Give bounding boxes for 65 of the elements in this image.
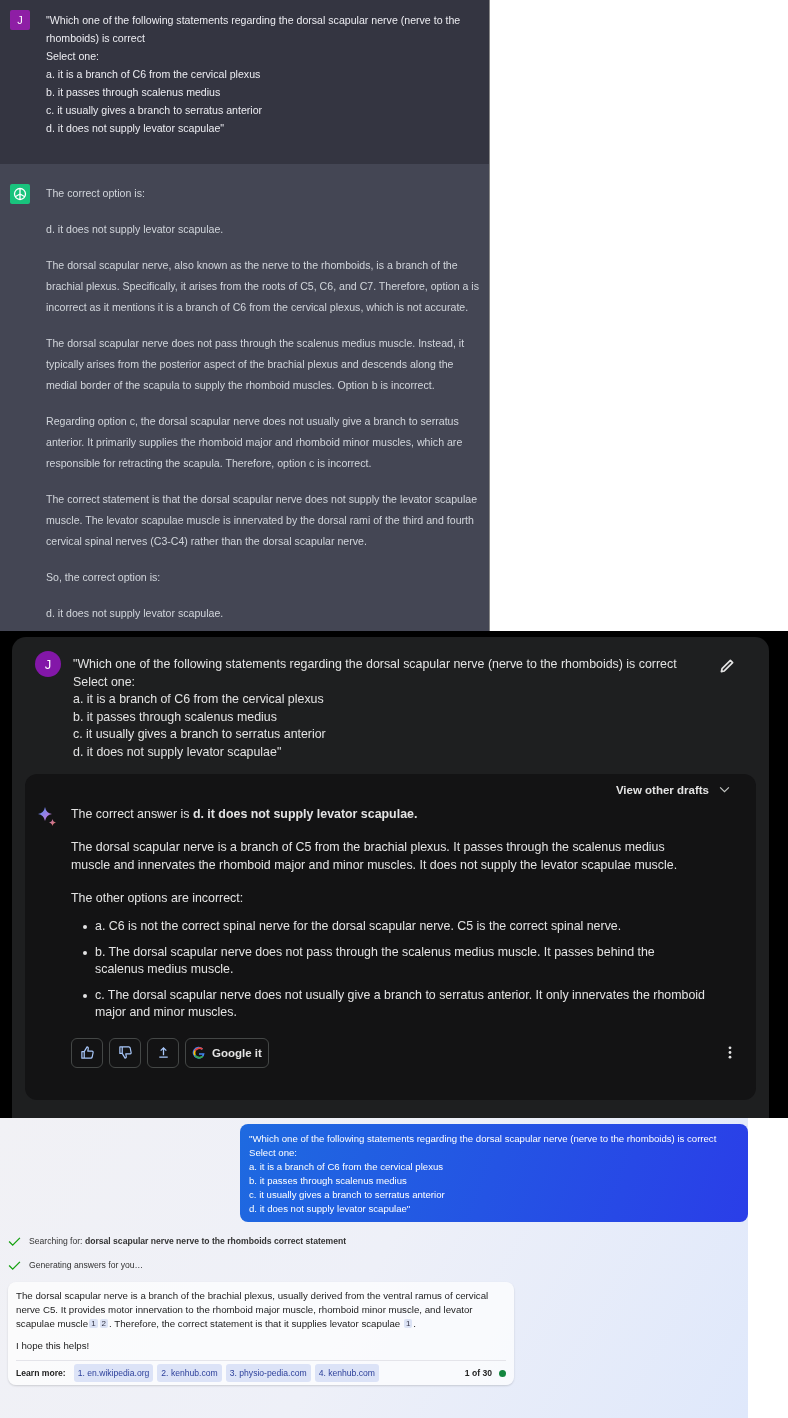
answer-paragraph: d. it does not supply levator scapulae. (46, 222, 225, 237)
closing-text: I hope this helps! (16, 1339, 91, 1353)
answer-lead: The correct answer is d. it does not supply levator scapulae. (71, 805, 419, 823)
user-avatar: J (10, 10, 30, 30)
progress-status: Searching for: dorsal scapular nerve nerve to the rhomboids correct statement (29, 1236, 347, 1246)
bullet-icon (83, 950, 87, 955)
question-line: Select one: (249, 1146, 298, 1160)
assistant-logo-icon (10, 184, 30, 204)
question-line: "Which one of the following statements regarding the dorsal scapular nerve (nerve to the rhomboids) is correct (46, 13, 462, 46)
answer-paragraph: The correct statement is that the dorsal scapular nerve does not supply the levator scapulae muscle. The levator scapulae muscle is innervated by the dorsal rami of the third and fourth cervical spinal nerves (C3-C4) rather than the dorsal scapular nerve. (46, 492, 479, 549)
answer-paragraph: The dorsal scapular nerve is a branch of the brachial plexus, usually derived from the ventral ramus of cervical nerve C5. It provides motor innervation to the rhomboid major muscle, rhomboid minor muscle, and levator scapulae muscle 1 2 . Therefore, the correct statement is that it supplies levator scapulae 1 . (16, 1289, 490, 1331)
edit-icon[interactable] (718, 657, 736, 675)
answer-paragraph: The dorsal scapular nerve does not pass through the scalenus medius muscle. Instead, it typically arises from the posterior aspect of the brachial plexus and descends along the medial border of the scapula to supply the rhomboid muscles. Option b is incorrect. (46, 336, 466, 393)
question-line: c. it usually gives a branch to serratus anterior (249, 1188, 446, 1202)
user-avatar: J (35, 651, 61, 677)
thumbs-up-button[interactable] (71, 1037, 103, 1068)
check-icon (8, 1260, 21, 1270)
question-line: Select one: (46, 49, 100, 64)
view-drafts-button[interactable]: View other drafts (615, 783, 736, 796)
question-line: c. it usually gives a branch to serratus anterior (46, 103, 264, 118)
thumbs-up-icon (79, 1045, 95, 1061)
answer-paragraph: The dorsal scapular nerve is a branch of C5 from the brachial plexus. It passes through the scalenus medius muscle and innervates the rhomboid major and minor muscles. It does not supply the levator scapulae muscle. (71, 839, 679, 874)
google-logo-icon (192, 1045, 206, 1060)
progress-status: Generating answers for you… (29, 1260, 144, 1270)
answer-paragraph: d. it does not supply levator scapulae. (46, 606, 225, 621)
source-link[interactable]: 3. physio-pedia.com (225, 1364, 311, 1382)
question-line: d. it does not supply levator scapulae" (46, 121, 226, 136)
citation-link[interactable]: 1 (89, 1319, 98, 1328)
source-link[interactable]: 1. en.wikipedia.org (73, 1364, 154, 1382)
question-line: b. it passes through scalenus medius (46, 85, 222, 100)
google-it-button[interactable]: Google it (185, 1037, 269, 1068)
thumbs-down-icon (117, 1045, 133, 1061)
question-line: "Which one of the following statements regarding the dorsal scapular nerve (nerve to the rhomboids) is correct (249, 1132, 718, 1146)
question-line: b. it passes through scalenus medius (249, 1174, 408, 1188)
source-link[interactable]: 4. kenhub.com (314, 1364, 379, 1382)
bullet-text: a. C6 is not the correct spinal nerve for the dorsal scapular nerve. C5 is the correct spinal nerve. (95, 917, 622, 935)
source-link[interactable]: 2. kenhub.com (157, 1364, 222, 1382)
question-line: "Which one of the following statements regarding the dorsal scapular nerve (nerve to the rhomboids) is correct (73, 656, 677, 673)
question-line: Select one: (73, 673, 136, 691)
answer-paragraph: So, the correct option is: (46, 570, 162, 585)
answer-paragraph: The other options are incorrect: (71, 890, 245, 908)
bullet-text: b. The dorsal scapular nerve does not pass through the scalenus medius muscle. It passes behind the scalenus medius muscle. (95, 943, 656, 979)
answer-paragraph: The dorsal scapular nerve, also known as the nerve to the rhomboids, is a branch of the brachial plexus. Specifically, it arises from the roots of C5, C6, and C7. Therefore, option a is incorrect as it mentions it is a branch of C6 from the cervical plexus, which is not accurate. (46, 258, 480, 315)
question-line: d. it does not supply levator scapulae" (249, 1202, 412, 1216)
bullet-icon (83, 993, 87, 998)
bullet-icon (83, 924, 87, 929)
citation-link[interactable]: 1 (403, 1319, 413, 1328)
chevron-down-icon (719, 786, 730, 794)
citation-link[interactable]: 2 (99, 1319, 109, 1328)
thumbs-down-button[interactable] (109, 1037, 141, 1068)
answer-paragraph: Regarding option c, the dorsal scapular nerve does not usually give a branch to serratus anterior. It primarily supplies the rhomboid major and rhomboid minor muscles, which are responsible for retracting the scapula. Therefore, option c is incorrect. (46, 414, 464, 471)
question-line: d. it does not supply levator scapulae" (73, 743, 283, 761)
check-icon (8, 1236, 21, 1246)
status-dot-icon (499, 1369, 506, 1377)
answer-paragraph: The correct option is: (46, 186, 146, 201)
learn-more-label: Learn more: (16, 1367, 66, 1380)
response-count: 1 of 30 (464, 1367, 492, 1380)
question-line: b. it passes through scalenus medius (73, 708, 278, 726)
bullet-text: c. The dorsal scapular nerve does not usually give a branch to serratus anterior. It only innervates the rhomboid major and minor muscles. (95, 986, 706, 1022)
more-options-icon[interactable] (728, 1046, 732, 1060)
question-line: a. it is a branch of C6 from the cervical plexus (249, 1160, 445, 1174)
question-line: c. it usually gives a branch to serratus anterior (73, 726, 327, 744)
question-line: a. it is a branch of C6 from the cervical plexus (73, 691, 325, 709)
question-line: a. it is a branch of C6 from the cervical plexus (46, 67, 262, 82)
share-button[interactable] (147, 1037, 179, 1068)
